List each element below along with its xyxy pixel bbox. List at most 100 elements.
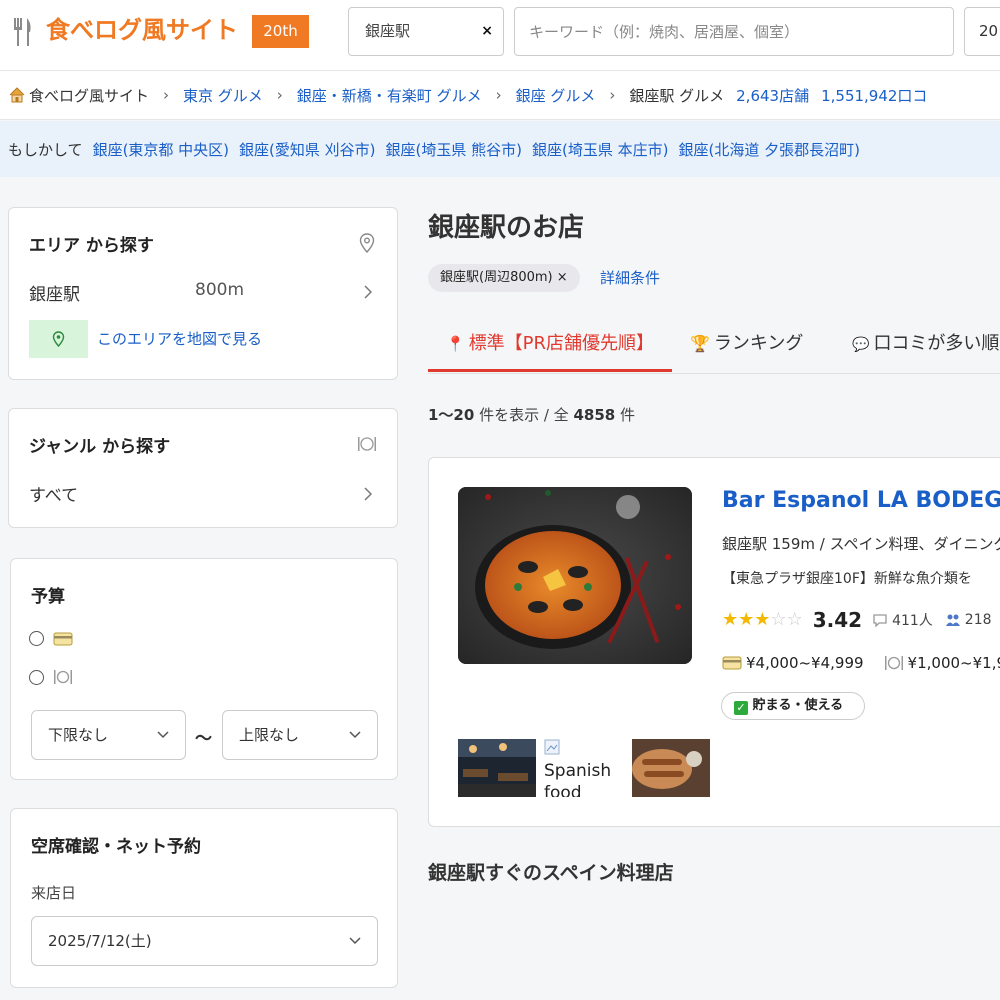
breadcrumb: 食べログ風サイト › 東京 グルメ › 銀座・新橋・有楽町 グルメ › 銀座 グ…: [0, 70, 1000, 120]
area-station-row[interactable]: 銀座駅 800m: [9, 268, 397, 312]
tab-most-reviews-label: 口コミが多い順: [873, 333, 1000, 354]
shop-thumbnail[interactable]: [632, 739, 710, 797]
lunch-price-value: ¥1,000~¥1,999: [907, 654, 1000, 672]
budget-upper-select[interactable]: 上限なし: [222, 710, 378, 760]
plate-icon: [54, 670, 72, 684]
save-count-value: 218: [964, 612, 992, 628]
site-logo[interactable]: 食べログ風サイト: [46, 14, 238, 46]
home-icon: [9, 87, 25, 103]
breadcrumb-current: 銀座駅 グルメ: [629, 86, 725, 105]
star-icon: ★: [722, 609, 739, 630]
star-icon: ★: [738, 609, 755, 630]
plate-cutlery-icon: [358, 437, 376, 451]
genre-value: すべて: [29, 486, 79, 506]
breadcrumb-separator: ›: [495, 86, 502, 104]
active-filter-chip[interactable]: 銀座駅(周辺800m) ×: [428, 264, 580, 292]
tab-standard[interactable]: 📍 標準【PR店舗優先順】: [428, 322, 672, 372]
lunch-budget-radio[interactable]: [29, 670, 44, 685]
result-range: 1〜20: [428, 406, 475, 424]
budget-upper-value: 上限なし: [239, 726, 300, 744]
budget-lower-select[interactable]: 下限なし: [31, 710, 186, 760]
app: 食べログ風サイト 20th 銀座駅 × 20 食べログ風サイト › 東京 グルメ…: [0, 0, 1000, 1000]
genre-filter-title: ジャンル から探す: [29, 437, 171, 457]
suggestion-link[interactable]: 銀座(愛知県 刈谷市): [239, 139, 375, 160]
detail-conditions-link[interactable]: 詳細条件: [600, 267, 660, 288]
speech-bubble-icon: 💬: [852, 337, 870, 353]
page-title: 銀座駅のお店: [428, 213, 585, 243]
visit-date-label: 来店日: [31, 884, 77, 902]
area-distance: 800m: [195, 280, 245, 300]
shop-thumbnail[interactable]: [458, 739, 536, 797]
broken-thumbnail[interactable]: Spanish food: [544, 739, 622, 797]
chevron-right-icon: [364, 487, 372, 501]
breadcrumb-item[interactable]: 東京 グルメ: [183, 85, 263, 106]
visit-date-select[interactable]: 2025/7/12(土): [31, 916, 378, 966]
reservation-title: 空席確認・ネット予約: [31, 837, 201, 857]
date-search-field[interactable]: 20: [964, 7, 1000, 56]
area-search-value: 銀座駅: [365, 22, 411, 40]
breadcrumb-item[interactable]: 銀座・新橋・有楽町 グルメ: [297, 85, 482, 106]
shop-count-link[interactable]: 2,643店舗: [736, 85, 809, 106]
did-you-mean-bar: もしかして 銀座(東京都 中央区) 銀座(愛知県 刈谷市) 銀座(埼玉県 熊谷市…: [0, 121, 1000, 177]
did-you-mean-label: もしかして: [8, 140, 83, 159]
shop-meta: 銀座駅 159m / スペイン料理、ダイニングバー: [722, 535, 1000, 553]
star-rating: ★ ★ ★ ☆ ☆: [722, 610, 803, 630]
sort-tabs: 📍 標準【PR店舗優先順】 🏆 ランキング 💬 口コミが多い順: [428, 322, 1000, 374]
suggestion-link[interactable]: 銀座(埼玉県 本庄市): [532, 139, 668, 160]
area-filter-card: エリア から探す 銀座駅 800m このエリアを地図で見る: [8, 207, 398, 380]
comment-icon: [873, 614, 887, 627]
lunch-price: ¥1,000~¥1,999: [884, 654, 1000, 672]
tab-most-reviews[interactable]: 💬 口コミが多い順: [852, 322, 999, 372]
dinner-budget-radio[interactable]: [29, 631, 44, 646]
broken-thumbnail-alt: Spanish food: [544, 761, 612, 797]
map-pin-icon: [52, 331, 65, 347]
view-area-map-link[interactable]: このエリアを地図で見る: [97, 328, 262, 349]
genre-filter-card: ジャンル から探す すべて: [8, 408, 398, 528]
keyword-search-input[interactable]: [514, 7, 954, 56]
interior-photo-image: [458, 739, 536, 797]
tab-ranking[interactable]: 🏆 ランキング: [690, 322, 803, 372]
result-count: 1〜20 件を表示 / 全 4858 件: [428, 404, 635, 425]
budget-lower-value: 下限なし: [48, 726, 109, 744]
suggestion-link[interactable]: 銀座(北海道 夕張郡長沼町): [679, 139, 860, 160]
star-icon: ☆: [770, 609, 787, 630]
rating-score: 3.42: [812, 608, 863, 632]
location-pin-icon: [359, 233, 375, 253]
broken-image-icon: [544, 739, 560, 755]
area-filter-title: エリア から探す: [29, 236, 154, 256]
chevron-down-icon: [157, 731, 169, 739]
reservation-card: 空席確認・ネット予約 来店日 2025/7/12(土): [10, 808, 398, 988]
breadcrumb-separator: ›: [163, 86, 170, 104]
review-count[interactable]: 411人: [872, 610, 933, 630]
save-count[interactable]: 218: [945, 612, 992, 628]
result-count-suffix: 件: [615, 406, 635, 424]
star-icon: ★: [754, 609, 771, 630]
fork-knife-icon: [14, 18, 31, 46]
dinner-price: ¥4,000~¥4,999: [722, 654, 864, 672]
price-row: ¥4,000~¥4,999 ¥1,000~¥1,999: [722, 654, 1000, 672]
rating-row: ★ ★ ★ ☆ ☆ 3.42 411人 218: [722, 606, 1000, 634]
points-badge-label: 貯まる・使える: [752, 698, 844, 713]
people-icon: [945, 614, 960, 626]
visit-date-value: 2025/7/12(土): [48, 932, 152, 950]
genre-select-row[interactable]: すべて: [9, 471, 397, 515]
map-pin-button[interactable]: [29, 320, 88, 358]
tab-ranking-label: ランキング: [713, 333, 804, 354]
suggestion-link[interactable]: 銀座(東京都 中央区): [93, 139, 229, 160]
budget-filter-card: 予算 下限なし 〜 上限なし: [10, 558, 398, 780]
dinner-price-value: ¥4,000~¥4,999: [746, 654, 864, 672]
suggestion-link[interactable]: 銀座(埼玉県 熊谷市): [386, 139, 522, 160]
area-search-field[interactable]: 銀座駅 ×: [348, 7, 504, 56]
breadcrumb-separator: ›: [609, 86, 616, 104]
shop-name-link[interactable]: Bar Espanol LA BODEGA: [722, 488, 1000, 513]
breadcrumb-item[interactable]: 銀座 グルメ: [516, 85, 596, 106]
shop-main-photo[interactable]: [458, 487, 692, 664]
shop-card: Bar Espanol LA BODEGA 銀座駅 159m / スペイン料理、…: [428, 457, 1000, 827]
review-count-link[interactable]: 1,551,942口コ: [821, 85, 927, 106]
clear-area-button[interactable]: ×: [481, 8, 493, 55]
breadcrumb-item[interactable]: 食べログ風サイト: [29, 85, 149, 106]
trophy-icon: 🏆: [690, 334, 710, 353]
budget-range-separator: 〜: [195, 729, 212, 749]
chevron-right-icon: [364, 285, 372, 299]
star-icon: ☆: [786, 609, 803, 630]
